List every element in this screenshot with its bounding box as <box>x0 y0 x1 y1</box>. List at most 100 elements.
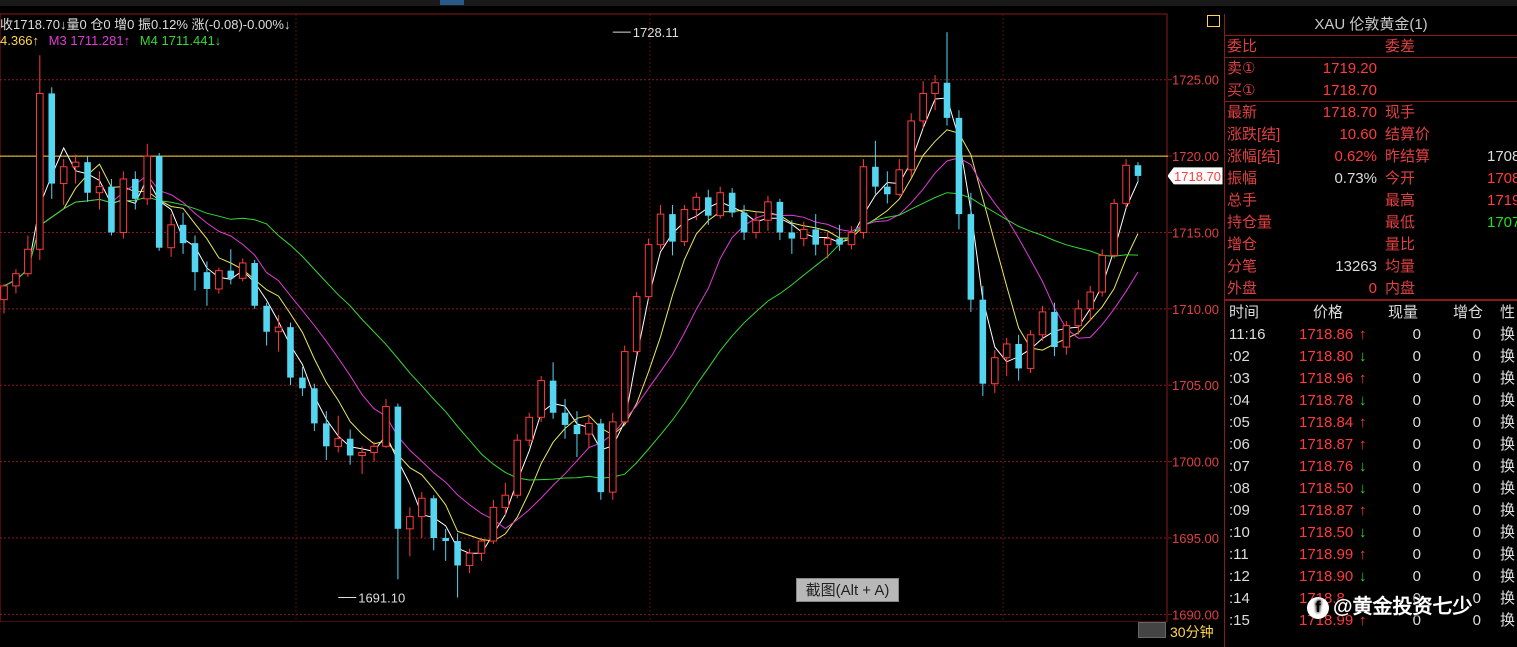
tick-nature: 换 <box>1500 326 1516 343</box>
quote-value: 13263 <box>1335 258 1377 275</box>
ma4-value: 1711.441↓ <box>161 33 222 48</box>
quote-label: 涨跌[结] <box>1227 126 1281 143</box>
candle-body-up <box>71 161 80 168</box>
tick-nature: 换 <box>1500 590 1516 607</box>
quote-info-line: 收1718.70↓量0 仓0 增0 振0.12% 涨(-0.08)-0.00%↓ <box>0 17 291 32</box>
quote-label: 振幅 <box>1227 170 1258 187</box>
candle-body-down <box>191 243 199 273</box>
ma4-label: M4 <box>139 33 158 48</box>
tick-oi-change: 0 <box>1472 546 1481 563</box>
tick-price: 1718.84 <box>1299 414 1354 431</box>
tick-time: :09 <box>1229 502 1250 519</box>
quote-row: 持仓量 最低 1707 <box>1225 212 1517 234</box>
quote-label-2: 委差 <box>1385 38 1416 55</box>
quote-label-2: 最高 <box>1385 192 1416 209</box>
period-label[interactable]: 30分钟 <box>1170 622 1214 642</box>
candle-body-down <box>179 224 187 244</box>
candle-body-down <box>836 238 843 245</box>
candle-body-down <box>454 541 461 566</box>
tick-row[interactable]: :02 1718.80 ↓ 0 0 换 <box>1225 346 1517 368</box>
panel-toggle-icon[interactable] <box>1207 15 1220 27</box>
quote-value-2: 1708 <box>1487 170 1517 187</box>
quote-label: 卖① <box>1227 60 1256 77</box>
tick-volume: 0 <box>1412 392 1421 409</box>
arrow-up-icon: ↑ <box>1359 546 1367 563</box>
candle-body-down <box>155 156 163 248</box>
chart-scroll-button[interactable] <box>1138 622 1166 638</box>
tick-oi-change: 0 <box>1472 414 1481 431</box>
candle-body-up <box>537 380 545 418</box>
tick-nature: 换 <box>1500 480 1516 497</box>
candle-body-up <box>489 506 498 542</box>
candle-body-up <box>238 262 247 279</box>
y-tick-label: 1695.00 <box>1172 531 1219 546</box>
y-tick-label: 1690.00 <box>1172 607 1219 622</box>
candle-body-down <box>346 438 354 456</box>
kline-chart-area[interactable]: 1728.111691.1009/0709/0809/09 收1718.70↓量… <box>0 0 1168 622</box>
candle-body-up <box>823 238 832 246</box>
quote-value: 0.62% <box>1334 148 1377 165</box>
candle-body-down <box>1134 165 1142 176</box>
tick-price: 1718.80 <box>1299 348 1354 365</box>
quote-value-2: 1708 <box>1487 148 1517 165</box>
tick-row[interactable]: :03 1718.96 ↑ 0 0 换 <box>1225 368 1517 390</box>
candle-body-down <box>1015 343 1022 369</box>
tick-row[interactable]: :09 1718.87 ↑ 0 0 换 <box>1225 500 1517 522</box>
tick-oi-change: 0 <box>1472 436 1481 453</box>
candle-body-up <box>0 285 8 301</box>
candle-body-up <box>370 445 378 453</box>
screenshot-tooltip: 截图(Alt + A) <box>796 578 899 602</box>
tick-time: :02 <box>1229 348 1250 365</box>
candle-body-up <box>1122 164 1130 204</box>
tick-price: 1718.99 <box>1299 546 1354 563</box>
tick-row[interactable]: :05 1718.84 ↑ 0 0 换 <box>1225 412 1517 434</box>
price-axis-panel: 1725.00 1720.00 1715.00 1710.00 1705.00 1700.… <box>1167 0 1224 647</box>
candle-body-up <box>764 201 772 221</box>
tick-header-nature: 性 <box>1500 304 1516 321</box>
tick-row[interactable]: :11 1718.99 ↑ 0 0 换 <box>1225 544 1517 566</box>
tick-row[interactable]: :04 1718.78 ↓ 0 0 换 <box>1225 390 1517 412</box>
tick-time: :14 <box>1229 590 1250 607</box>
tick-oi-change: 0 <box>1472 480 1481 497</box>
tick-time: 11:16 <box>1229 326 1266 343</box>
tick-row[interactable]: :07 1718.76 ↓ 0 0 换 <box>1225 456 1517 478</box>
candle-body-up <box>334 438 343 447</box>
tick-row[interactable]: 11:16 1718.86 ↑ 0 0 换 <box>1225 324 1517 346</box>
tick-row[interactable]: :10 1718.50 ↓ 0 0 换 <box>1225 522 1517 544</box>
ma-prev-value: 4.366↑ <box>0 33 40 48</box>
candle-body-down <box>884 186 891 195</box>
quote-label: 外盘 <box>1227 280 1258 297</box>
arrow-down-icon: ↓ <box>1359 524 1367 541</box>
candle-body-down <box>84 162 91 193</box>
candle-body-down <box>394 406 402 529</box>
tick-row[interactable]: :08 1718.50 ↓ 0 0 换 <box>1225 478 1517 500</box>
candle-body-down <box>955 117 963 215</box>
tick-nature: 换 <box>1500 392 1516 409</box>
tick-row[interactable]: :06 1718.87 ↑ 0 0 换 <box>1225 434 1517 456</box>
tick-header: 时间 价格 现量 增仓 性 <box>1225 300 1517 324</box>
chart-frame <box>0 13 1168 622</box>
arrow-up-icon: ↑ <box>1359 502 1367 519</box>
candle-body-up <box>680 209 689 243</box>
candle-body-down <box>48 93 56 184</box>
tick-row[interactable]: :12 1718.90 ↓ 0 0 换 <box>1225 566 1517 588</box>
kline-chart-svg[interactable]: 1728.111691.1009/0709/0809/09 <box>0 0 1168 622</box>
tick-nature: 换 <box>1500 458 1516 475</box>
tick-time: :06 <box>1229 436 1250 453</box>
quote-row: 总手 最高 1719 <box>1225 190 1517 212</box>
tick-volume: 0 <box>1412 370 1421 387</box>
arrow-down-icon: ↓ <box>1359 392 1367 409</box>
tick-header-vol: 现量 <box>1388 304 1419 321</box>
arrow-down-icon: ↓ <box>1359 458 1367 475</box>
candle-body-up <box>620 351 629 423</box>
candle-body-up <box>752 219 760 233</box>
tick-header-oi: 增仓 <box>1453 304 1484 321</box>
candle-body-down <box>311 388 318 424</box>
quote-value: 1719.20 <box>1322 60 1377 77</box>
tick-time: :08 <box>1229 480 1250 497</box>
candle-body-up <box>1002 343 1011 359</box>
quote-label-2: 现手 <box>1385 104 1416 121</box>
y-tick-label: 1725.00 <box>1172 73 1219 88</box>
candle-body-up <box>1038 311 1047 336</box>
candle-body-up <box>692 196 701 211</box>
